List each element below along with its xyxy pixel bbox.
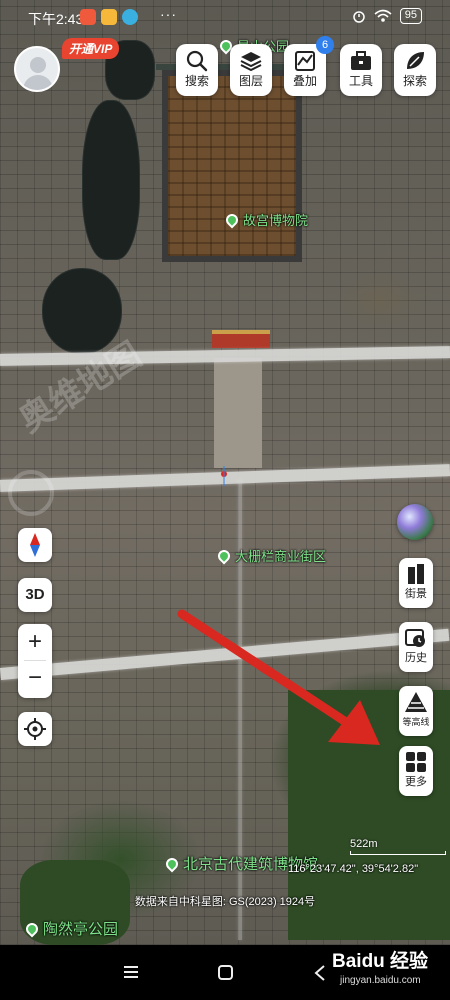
layers-button[interactable]: 图层 bbox=[230, 44, 272, 96]
explore-button[interactable]: 探索 bbox=[394, 44, 436, 96]
more-notifications: ··· bbox=[160, 6, 177, 22]
forbidden-city bbox=[162, 70, 302, 262]
scale-bar bbox=[350, 851, 446, 855]
overlay-label: 叠加 bbox=[292, 74, 317, 88]
notification-icons bbox=[80, 9, 138, 25]
search-button[interactable]: 搜索 bbox=[176, 44, 218, 96]
poi-pin-icon bbox=[215, 547, 233, 565]
app-notification-icon bbox=[101, 9, 117, 25]
overlay-button[interactable]: 叠加 6 bbox=[284, 36, 334, 96]
street-view-icon bbox=[408, 564, 424, 584]
status-right: 95 bbox=[352, 8, 422, 24]
search-label: 搜索 bbox=[184, 74, 209, 88]
coordinates: 116°23'47.42", 39°54'2.82" bbox=[288, 863, 419, 875]
more-icon bbox=[406, 752, 426, 772]
tools-label: 工具 bbox=[348, 74, 373, 88]
status-bar: 下午2:43 ··· 95 bbox=[0, 0, 450, 34]
3d-button[interactable]: 3D bbox=[18, 578, 52, 612]
watermark-logo bbox=[8, 470, 54, 516]
globe-button[interactable] bbox=[397, 504, 433, 540]
zoom-in-button[interactable]: + bbox=[18, 624, 52, 660]
scale-label: 522m bbox=[350, 838, 378, 850]
tiananmen-gate bbox=[212, 330, 270, 348]
status-time: 下午2:43 bbox=[28, 11, 84, 27]
app-notification-icon bbox=[80, 9, 96, 25]
locate-button[interactable] bbox=[18, 712, 52, 746]
street-view-button[interactable]: 街景 bbox=[399, 558, 433, 608]
explore-label: 探索 bbox=[402, 74, 427, 88]
baidu-logo: Baidu 经验 bbox=[332, 951, 429, 972]
home-icon[interactable] bbox=[218, 965, 234, 981]
zoom-control: + − bbox=[18, 624, 52, 698]
poi-pin-icon bbox=[23, 920, 41, 938]
overlay-count-badge: 6 bbox=[316, 36, 334, 54]
satellite-map[interactable]: 奥维地图 景山公园 故宫博物院 大栅栏商业街区 北京古代建筑博物馆 陶然亭公园 … bbox=[0, 0, 450, 945]
locate-icon bbox=[24, 718, 46, 740]
lake-middle bbox=[82, 100, 140, 260]
app-notification-icon bbox=[122, 9, 138, 25]
more-button[interactable]: 更多 bbox=[399, 746, 433, 796]
alarm-icon bbox=[353, 11, 365, 23]
wifi-icon bbox=[374, 9, 392, 22]
annotation-arrow bbox=[177, 609, 380, 745]
street-view-label: 街景 bbox=[405, 588, 427, 600]
explore-icon bbox=[407, 52, 424, 69]
history-icon bbox=[405, 629, 425, 647]
square bbox=[214, 358, 262, 468]
poi-pin-icon bbox=[223, 211, 241, 229]
compass-icon bbox=[30, 533, 40, 557]
more-label: 更多 bbox=[405, 776, 427, 788]
poi-pin-icon bbox=[163, 855, 181, 873]
history-label: 历史 bbox=[405, 652, 427, 664]
battery-indicator: 95 bbox=[399, 8, 422, 24]
data-source: 数据来自中科星图: GS(2023) 1924号 bbox=[134, 896, 316, 908]
poi-taoranting-park[interactable]: 陶然亭公园 bbox=[23, 918, 118, 939]
poi-street-district[interactable]: 大栅栏商业街区 bbox=[215, 546, 326, 565]
history-button[interactable]: 历史 bbox=[399, 622, 433, 672]
baidu-url: jingyan.baidu.com bbox=[340, 975, 421, 986]
user-avatar[interactable] bbox=[14, 46, 60, 92]
layers-icon bbox=[240, 52, 262, 72]
poi-palace-museum[interactable]: 故宫博物院 bbox=[223, 210, 308, 229]
toolbox-icon bbox=[351, 51, 371, 70]
contour-icon bbox=[405, 692, 427, 712]
layers-label: 图层 bbox=[238, 74, 263, 88]
zoom-out-button[interactable]: − bbox=[18, 661, 52, 697]
location-marker bbox=[221, 466, 227, 486]
menu-icon[interactable] bbox=[124, 965, 138, 979]
search-icon bbox=[186, 50, 208, 72]
contour-label: 等高线 bbox=[402, 717, 430, 727]
back-icon[interactable] bbox=[314, 965, 326, 981]
contour-button[interactable]: 等高线 bbox=[399, 686, 433, 736]
tools-button[interactable]: 工具 bbox=[340, 44, 382, 96]
compass-button[interactable] bbox=[18, 528, 52, 562]
overlay-icon bbox=[295, 51, 315, 71]
vip-button[interactable]: 开通VIP bbox=[62, 38, 120, 59]
